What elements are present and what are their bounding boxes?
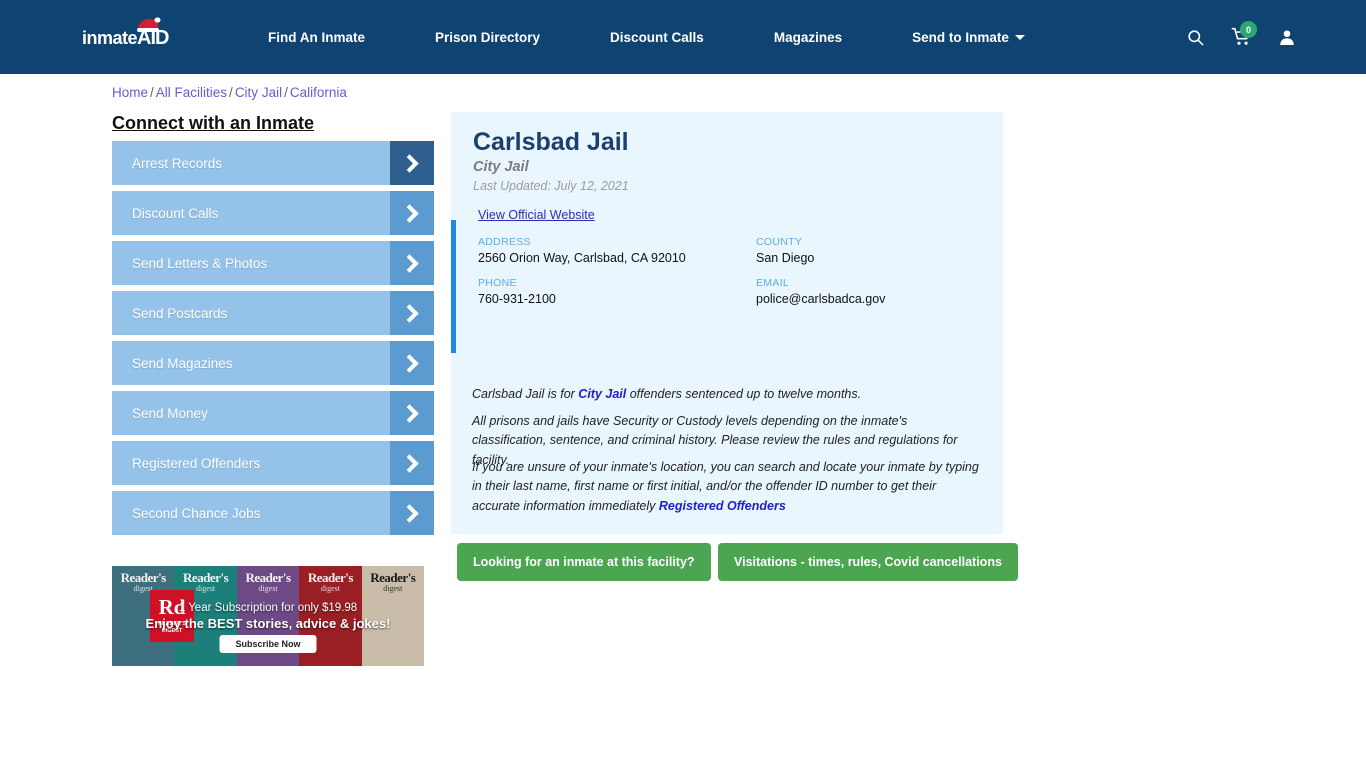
sidebar-item-discount-calls[interactable]: Discount Calls (112, 191, 434, 235)
breadcrumb-item-city-jail[interactable]: City Jail (235, 85, 282, 100)
sidebar-item-send-magazines[interactable]: Send Magazines (112, 341, 434, 385)
sidebar-item-label: Send Letters & Photos (132, 255, 268, 271)
nav-item-magazines[interactable]: Magazines (774, 30, 842, 45)
advertisement-readers-digest[interactable]: Reader's digest Reader's digest Reader's… (112, 566, 424, 666)
sidebar-item-send-postcards[interactable]: Send Postcards (112, 291, 434, 335)
breadcrumb-item-california[interactable]: California (290, 85, 347, 100)
chevron-right-icon (390, 241, 434, 285)
breadcrumb: Home / All Facilities / City Jail / California (112, 85, 347, 100)
top-navigation-bar: inmate AID Find An Inmate Prison Directo… (0, 0, 1366, 74)
logo-text-inmate: inmate (82, 28, 138, 48)
chevron-right-icon (390, 291, 434, 335)
nav-item-prison-directory[interactable]: Prison Directory (435, 30, 540, 45)
sidebar-item-send-money[interactable]: Send Money (112, 391, 434, 435)
find-inmate-button[interactable]: Looking for an inmate at this facility? (457, 543, 711, 581)
sidebar-item-registered-offenders[interactable]: Registered Offenders (112, 441, 434, 485)
account-button[interactable] (1264, 17, 1310, 57)
breadcrumb-separator: / (284, 85, 288, 100)
facility-last-updated: Last Updated: July 12, 2021 (473, 179, 629, 193)
chevron-right-icon (390, 141, 434, 185)
visitations-button[interactable]: Visitations - times, rules, Covid cancel… (718, 543, 1018, 581)
cart-button[interactable]: 0 (1218, 17, 1264, 57)
nav-icon-group: 0 (1172, 0, 1366, 74)
ad-cover-sub: digest (383, 584, 403, 593)
county-value: San Diego (756, 251, 815, 265)
nav-item-send-to-inmate[interactable]: Send to Inmate (912, 30, 1025, 45)
chevron-right-icon (390, 491, 434, 535)
paragraph-1-text-b: offenders sentenced up to twelve months. (626, 387, 862, 401)
facility-paragraph-1: Carlsbad Jail is for City Jail offenders… (472, 385, 982, 404)
nav-item-find-an-inmate[interactable]: Find An Inmate (268, 30, 365, 45)
sidebar-item-label: Send Magazines (132, 355, 233, 371)
sidebar-heading: Connect with an Inmate (112, 113, 315, 133)
breadcrumb-separator: / (229, 85, 233, 100)
breadcrumb-item-all-facilities[interactable]: All Facilities (156, 85, 227, 100)
nav-item-discount-calls[interactable]: Discount Calls (610, 30, 704, 45)
search-button[interactable] (1172, 17, 1218, 57)
county-field: COUNTY San Diego (756, 236, 814, 265)
ad-headline-1: 1 Year Subscription for only $19.98 (178, 602, 358, 614)
city-jail-link[interactable]: City Jail (578, 387, 626, 401)
facility-name: Carlsbad Jail (473, 128, 629, 156)
cart-count-badge: 0 (1240, 21, 1257, 38)
santa-hat-icon (137, 17, 161, 32)
phone-value: 760-931-2100 (478, 292, 556, 306)
user-icon (1280, 29, 1294, 45)
chevron-right-icon (390, 341, 434, 385)
chevron-right-icon (390, 391, 434, 435)
phone-field: PHONE 760-931-2100 (478, 277, 556, 306)
sidebar-menu: Arrest Records Discount Calls Send Lette… (112, 141, 434, 541)
facility-paragraph-3: If you are unsure of your inmate's locat… (472, 458, 982, 516)
sidebar-item-label: Discount Calls (132, 205, 219, 221)
email-field: EMAIL police@carlsbadca.gov (756, 277, 885, 306)
ad-headline-2: Enjoy the BEST stories, advice & jokes! (145, 616, 391, 631)
site-logo[interactable]: inmate AID (82, 17, 182, 54)
ad-subscribe-button[interactable]: Subscribe Now (219, 635, 317, 653)
chevron-right-icon (390, 191, 434, 235)
sidebar-item-label: Second Chance Jobs (132, 505, 261, 521)
sidebar-item-label: Arrest Records (132, 155, 223, 171)
search-icon (1187, 29, 1203, 45)
address-label: ADDRESS (478, 236, 531, 248)
sidebar-item-label: Send Money (132, 405, 208, 421)
sidebar-item-label: Send Postcards (132, 305, 228, 321)
ad-cover-sub: digest (320, 584, 340, 593)
facility-type: City Jail (473, 159, 529, 175)
nav-send-label: Send to Inmate (912, 29, 1009, 45)
sidebar-item-arrest-records[interactable]: Arrest Records (112, 141, 434, 185)
chevron-down-icon (1014, 35, 1025, 41)
address-value: 2560 Orion Way, Carlsbad, CA 92010 (478, 251, 686, 265)
sidebar-item-label: Registered Offenders (132, 455, 261, 471)
sidebar-item-second-chance-jobs[interactable]: Second Chance Jobs (112, 491, 434, 535)
paragraph-1-text-a: Carlsbad Jail is for (472, 387, 579, 401)
logo-text-aid: AID (137, 17, 169, 48)
phone-label: PHONE (478, 277, 517, 289)
sidebar-item-send-letters-photos[interactable]: Send Letters & Photos (112, 241, 434, 285)
chevron-right-icon (390, 441, 434, 485)
address-field: ADDRESS 2560 Orion Way, Carlsbad, CA 920… (478, 236, 686, 265)
breadcrumb-separator: / (150, 85, 154, 100)
breadcrumb-item-home[interactable]: Home (112, 85, 148, 100)
ad-cover-sub: digest (258, 584, 278, 593)
county-label: COUNTY (756, 236, 803, 248)
email-value: police@carlsbadca.gov (756, 292, 886, 306)
registered-offenders-link[interactable]: Registered Offenders (659, 499, 786, 513)
view-official-website-link[interactable]: View Official Website (478, 208, 595, 222)
main-nav-links: Find An Inmate Prison Directory Discount… (268, 0, 1025, 74)
email-label: EMAIL (756, 277, 790, 289)
